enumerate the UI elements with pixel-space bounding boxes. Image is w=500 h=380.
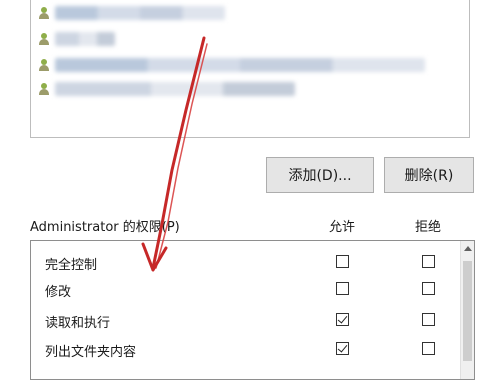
- deny-full-control-checkbox[interactable]: [422, 255, 435, 268]
- permission-label: 修改: [45, 285, 72, 300]
- deny-column-header: 拒绝: [415, 220, 442, 235]
- allow-column-header: 允许: [329, 220, 356, 235]
- user-group-icon: [39, 7, 49, 19]
- permission-label: 列出文件夹内容: [45, 345, 137, 360]
- allow-read-execute-checkbox[interactable]: [336, 313, 349, 326]
- allow-list-folder-checkbox[interactable]: [336, 342, 349, 355]
- remove-button[interactable]: 删除(R): [384, 157, 474, 193]
- permission-row-read-execute: 读取和执行: [31, 307, 461, 335]
- deny-list-folder-checkbox[interactable]: [422, 342, 435, 355]
- deny-modify-checkbox[interactable]: [422, 282, 435, 295]
- allow-modify-checkbox[interactable]: [336, 282, 349, 295]
- permission-row-modify: 修改: [31, 276, 461, 304]
- permission-label: 读取和执行: [45, 316, 111, 331]
- permission-row-list-folder: 列出文件夹内容: [31, 336, 461, 364]
- permissions-table: 完全控制 修改 读取和执行 列出文件夹内容: [30, 240, 475, 380]
- group-user-list[interactable]: [30, 0, 470, 138]
- permissions-scrollbar[interactable]: [460, 241, 474, 379]
- user-list-item[interactable]: [39, 56, 425, 74]
- user-list-item[interactable]: [39, 80, 295, 98]
- deny-read-execute-checkbox[interactable]: [422, 313, 435, 326]
- user-list-item[interactable]: [39, 4, 225, 22]
- user-group-icon: [39, 83, 49, 95]
- permissions-title: Administrator 的权限(P): [30, 220, 180, 235]
- redacted-user-name: [55, 58, 425, 72]
- scroll-up-arrow-icon[interactable]: [464, 246, 472, 251]
- redacted-user-name: [55, 6, 225, 20]
- redacted-user-name: [55, 82, 295, 96]
- allow-full-control-checkbox[interactable]: [336, 255, 349, 268]
- user-list-item[interactable]: [39, 30, 115, 48]
- redacted-user-name: [55, 32, 115, 46]
- permission-label: 完全控制: [45, 258, 98, 273]
- user-group-icon: [39, 59, 49, 71]
- user-group-icon: [39, 33, 49, 45]
- scroll-thumb[interactable]: [463, 261, 472, 361]
- add-button[interactable]: 添加(D)...: [266, 157, 374, 193]
- permission-row-full-control: 完全控制: [31, 249, 461, 277]
